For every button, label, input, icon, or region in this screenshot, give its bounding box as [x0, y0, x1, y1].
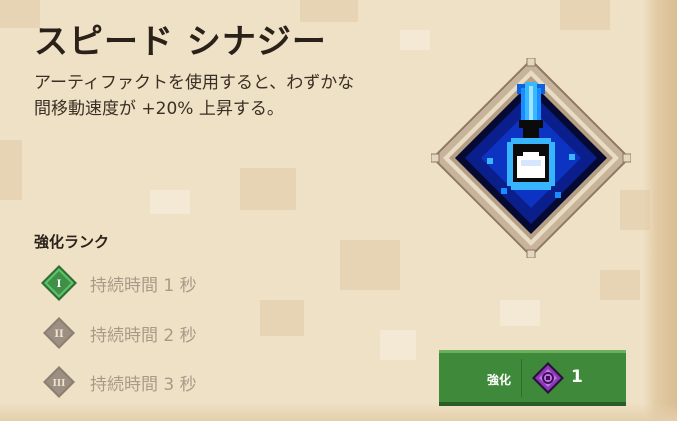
- rank-1-badge-icon: I: [40, 264, 78, 302]
- artifact-title: スピード シナジー: [34, 22, 327, 62]
- rank-row-1[interactable]: I 持続時間 1 秒: [40, 264, 300, 302]
- parchment-edge: [643, 0, 677, 421]
- rank-3-label: 持続時間 3 秒: [90, 374, 197, 395]
- texture-block: [240, 168, 296, 210]
- rank-1-numeral: I: [57, 279, 62, 290]
- texture-block: [560, 0, 610, 30]
- rank-row-2[interactable]: II 持続時間 2 秒: [40, 314, 300, 352]
- rank-3-numeral: III: [53, 379, 66, 389]
- texture-block: [400, 30, 430, 50]
- rank-2-badge-icon: II: [40, 314, 78, 352]
- texture-block: [340, 240, 400, 290]
- rank-2-label: 持続時間 2 秒: [90, 325, 197, 346]
- texture-block: [150, 190, 190, 214]
- texture-block: [600, 270, 640, 300]
- texture-block: [380, 330, 416, 360]
- enchant-ranks-heading: 強化ランク: [34, 233, 110, 251]
- artifact-description: アーティファクトを使用すると、わずかな 間移動速度が +20% 上昇する。: [34, 70, 414, 122]
- enchant-button-label: 強化: [487, 373, 512, 387]
- description-line: アーティファクトを使用すると、わずかな: [34, 73, 355, 93]
- rank-row-3[interactable]: III 持続時間 3 秒: [40, 363, 300, 401]
- texture-block: [0, 140, 22, 200]
- texture-block: [500, 300, 540, 326]
- artifact-icon-frame: [430, 57, 632, 259]
- rank-3-badge-icon: III: [40, 363, 78, 401]
- enchant-button[interactable]: 強化 1: [439, 350, 626, 406]
- rank-2-numeral: II: [54, 329, 64, 340]
- enchantment-point-icon: [531, 361, 565, 395]
- enchant-cost: 1: [571, 367, 583, 387]
- rank-1-label: 持続時間 1 秒: [90, 275, 197, 296]
- artifact-detail-panel: スピード シナジー アーティファクトを使用すると、わずかな 間移動速度が +20…: [0, 0, 677, 421]
- button-divider: [521, 359, 522, 397]
- description-line: 間移動速度が +20% 上昇する。: [34, 99, 284, 119]
- blue-potion-flask-icon: [430, 57, 632, 259]
